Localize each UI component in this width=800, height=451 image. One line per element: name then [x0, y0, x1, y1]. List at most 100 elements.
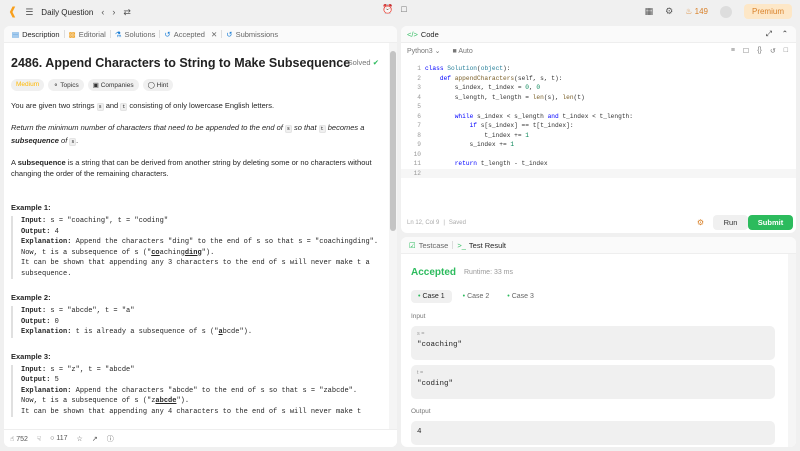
code-line[interactable]: 12: [401, 168, 796, 178]
check-circle-icon: ✔: [372, 58, 379, 67]
difficulty-badge[interactable]: Medium: [11, 79, 45, 91]
tag-icon: ⚬: [53, 82, 59, 89]
scrollbar-thumb[interactable]: [390, 51, 396, 231]
avatar[interactable]: [719, 5, 732, 18]
tab-test-result[interactable]: >_ Test Result: [453, 241, 510, 250]
comments-button[interactable]: ○ 117: [50, 435, 67, 442]
format-icon[interactable]: ≡: [731, 47, 735, 55]
dislike-icon[interactable]: ☟: [37, 435, 41, 443]
description-tabs: ▤ Description ▩ Editorial ⚗ Solutions ↺ Acce…: [4, 26, 397, 43]
description-icon: ▤: [12, 29, 20, 39]
description-footer: ☝ 752 ☟ ○ 117 ☆ ↗ ⓘ: [4, 429, 397, 447]
code-line[interactable]: 7 if s[s_index] == t[t_index]:: [401, 121, 796, 131]
inline-code: s: [284, 125, 292, 133]
settings-icon[interactable]: ⚙: [665, 7, 673, 16]
problem-title[interactable]: 2486. Append Characters to String to Mak…: [11, 56, 382, 70]
case-label: Case 2: [467, 293, 490, 300]
case-tab-1[interactable]: • Case 1: [411, 290, 452, 303]
code-editor[interactable]: 1 class Solution(object): 2 def appendChar…: [401, 64, 796, 178]
hint-tag[interactable]: ◯ Hint: [142, 79, 174, 91]
code-line[interactable]: 1 class Solution(object):: [401, 64, 796, 74]
text: becomes a: [325, 123, 365, 132]
text: is a string that can be derived from ano…: [11, 158, 372, 178]
code-line[interactable]: 8 t_index += 1: [401, 131, 796, 141]
braces-icon[interactable]: {}: [757, 47, 762, 55]
input-t-box: t = "coding": [411, 365, 775, 399]
line-text: s_index += 1: [425, 141, 515, 148]
thumbs-up-icon: ☝: [10, 435, 15, 443]
code-line[interactable]: 6 while s_index < s_length and t_index <…: [401, 112, 796, 122]
scrollbar[interactable]: [389, 43, 397, 433]
close-icon[interactable]: ✕: [211, 30, 217, 39]
code-line[interactable]: 10: [401, 150, 796, 160]
language-select[interactable]: Python3 ⌄: [407, 47, 441, 55]
inline-code: s: [96, 103, 104, 111]
case-tab-2[interactable]: • Case 2: [456, 290, 497, 303]
logo-icon[interactable]: ❰: [8, 6, 17, 18]
help-icon[interactable]: ⓘ: [107, 434, 114, 444]
code-line[interactable]: 5: [401, 102, 796, 112]
comment-count: 117: [56, 435, 68, 442]
result-scrollbar[interactable]: [788, 254, 796, 447]
code-tab-label[interactable]: Code: [421, 30, 439, 39]
star-icon[interactable]: ☆: [77, 435, 83, 443]
streak-counter[interactable]: ♨ 149: [685, 7, 708, 16]
underlined: ding: [184, 248, 202, 257]
status-dot: •: [507, 293, 510, 300]
run-button[interactable]: Run: [713, 215, 748, 230]
prev-arrow-icon[interactable]: ‹: [101, 7, 104, 17]
daily-question-title[interactable]: Daily Question: [41, 8, 93, 17]
shuffle-icon[interactable]: ⇄: [123, 7, 131, 17]
input-key: t =: [417, 370, 424, 376]
value: 5: [50, 376, 59, 384]
share-icon[interactable]: ↗: [92, 435, 98, 443]
tab-editorial-label: Editorial: [78, 29, 106, 39]
premium-button[interactable]: Premium: [743, 4, 792, 19]
reset-icon[interactable]: ↺: [770, 47, 776, 55]
text: Return the minimum number of characters …: [11, 123, 285, 132]
underlined: abcde: [155, 397, 177, 405]
label: Input:: [21, 307, 47, 315]
notes-icon[interactable]: □: [401, 5, 406, 14]
label: Output:: [21, 376, 51, 384]
solved-label: Solved: [347, 58, 371, 67]
fullscreen-icon[interactable]: □: [784, 47, 788, 55]
tab-description[interactable]: ▤ Description: [8, 30, 64, 39]
case-label: Case 1: [422, 293, 445, 300]
topics-tag[interactable]: ⚬ Topics: [48, 79, 84, 91]
like-button[interactable]: ☝ 752: [10, 435, 28, 443]
value: 0: [50, 317, 59, 326]
label: Output:: [21, 227, 51, 236]
auto-toggle[interactable]: ■ Auto: [453, 48, 473, 55]
code-line[interactable]: 11 return t_length - t_index: [401, 159, 796, 169]
editor-toolbar: Python3 ⌄ ■ Auto ≡ ☐ {} ↺ □: [401, 43, 796, 59]
expand-icon[interactable]: ⤢: [766, 29, 772, 39]
tab-solutions-label: Solutions: [124, 29, 156, 39]
code-line[interactable]: 9 s_index += 1: [401, 140, 796, 150]
code-line[interactable]: 2 def appendCharacters(self, s, t):: [401, 74, 796, 84]
value: It can be shown that appending any 3 cha…: [21, 259, 374, 278]
line-text: return t_length - t_index: [454, 160, 548, 167]
label: Explanation:: [21, 238, 72, 246]
tab-editorial[interactable]: ▩ Editorial: [65, 30, 110, 39]
tab-submissions[interactable]: ↺ Submissions: [222, 30, 282, 39]
list-icon[interactable]: ☰: [25, 7, 33, 17]
label: Input:: [21, 365, 47, 374]
bookmark-icon[interactable]: ☐: [743, 47, 749, 55]
code-line[interactable]: 4 s_length, t_length = len(s), len(t): [401, 93, 796, 103]
tab-testcase[interactable]: ☑ Testcase: [405, 241, 452, 250]
collapse-icon[interactable]: ⌃: [782, 29, 788, 39]
layout-icon[interactable]: ▦: [645, 7, 654, 16]
subsequence-link[interactable]: subsequence: [11, 136, 59, 145]
companies-tag[interactable]: ▣ Companies: [87, 79, 139, 91]
code-line[interactable]: 3 s_index, t_index = 0, 0: [401, 83, 796, 93]
case-tab-3[interactable]: • Case 3: [500, 290, 541, 303]
result-panel: ☑ Testcase >_ Test Result Accepted Runtime…: [401, 237, 796, 447]
submit-button[interactable]: Submit: [748, 215, 793, 230]
companies-label: Companies: [100, 82, 134, 89]
debug-icon[interactable]: ⚙: [697, 218, 704, 227]
tab-solutions[interactable]: ⚗ Solutions: [111, 30, 160, 39]
timer-icon[interactable]: ⏰: [382, 5, 393, 14]
tab-accepted[interactable]: ↺ Accepted ✕: [160, 30, 221, 39]
next-arrow-icon[interactable]: ›: [112, 7, 115, 17]
